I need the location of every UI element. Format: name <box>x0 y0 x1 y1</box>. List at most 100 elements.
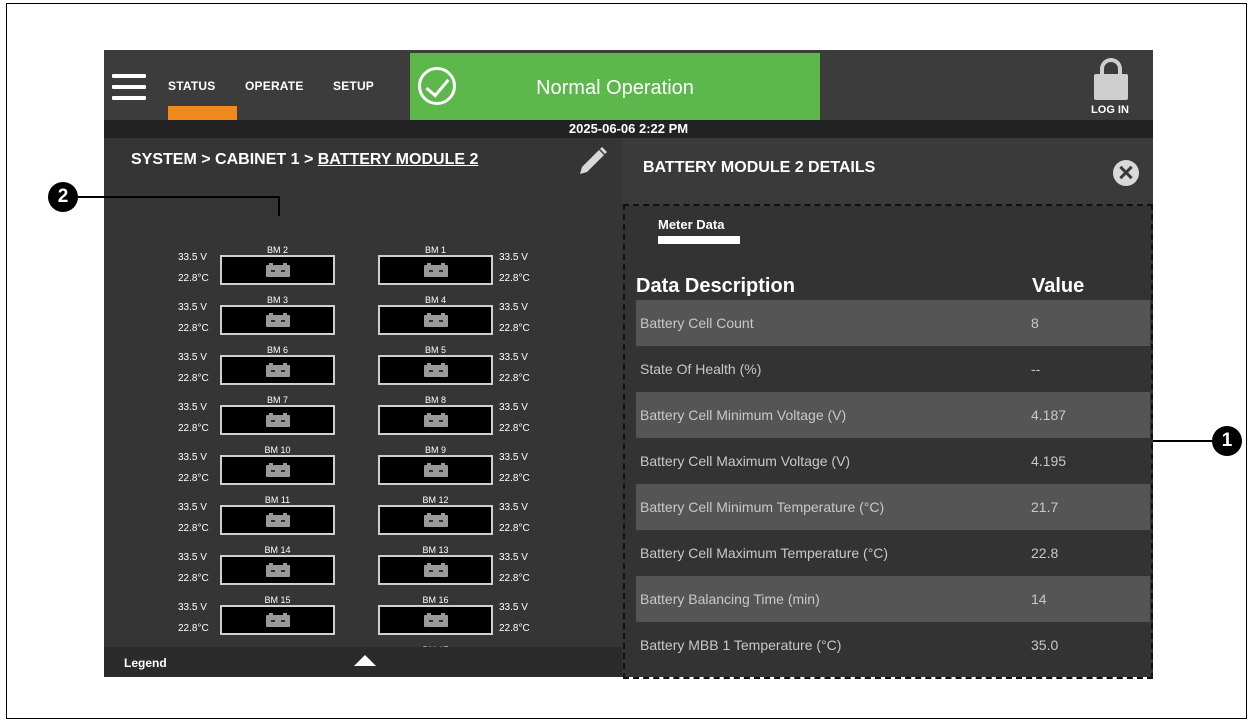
battery-module-bm11[interactable]: BM 11 <box>220 495 335 535</box>
module-temperature: 22.8°C <box>499 273 530 284</box>
callout-2-leader <box>78 196 280 198</box>
module-temperature: 22.8°C <box>178 473 209 484</box>
breadcrumb-current[interactable]: BATTERY MODULE 2 <box>318 151 479 168</box>
module-name: BM 2 <box>266 245 288 255</box>
module-voltage: 33.5 V <box>499 602 528 613</box>
battery-icon <box>424 263 448 277</box>
login-button[interactable]: LOG IN <box>1082 58 1138 118</box>
module-name: BM 10 <box>264 445 291 455</box>
module-name: BM 3 <box>266 295 288 305</box>
chevron-up-icon[interactable] <box>354 655 376 666</box>
breadcrumb-cabinet[interactable]: CABINET 1 <box>215 151 299 168</box>
module-voltage: 33.5 V <box>178 452 207 463</box>
module-temperature: 22.8°C <box>499 623 530 634</box>
battery-icon <box>266 363 290 377</box>
battery-icon <box>266 613 290 627</box>
module-name: BM 11 <box>264 495 291 505</box>
module-voltage: 33.5 V <box>499 252 528 263</box>
module-temperature: 22.8°C <box>499 473 530 484</box>
callout-1-badge: 1 <box>1212 426 1242 456</box>
module-voltage: 33.5 V <box>499 302 528 313</box>
battery-module-bm2[interactable]: BM 2 <box>220 245 335 285</box>
module-voltage: 33.5 V <box>178 252 207 263</box>
battery-icon <box>424 513 448 527</box>
close-icon[interactable] <box>1113 160 1139 186</box>
battery-module-bm10[interactable]: BM 10 <box>220 445 335 485</box>
battery-icon <box>424 613 448 627</box>
module-name: BM 14 <box>264 545 291 555</box>
battery-icon <box>266 513 290 527</box>
module-name: BM 6 <box>266 345 288 355</box>
battery-module-bm7[interactable]: BM 7 <box>220 395 335 435</box>
module-name: BM 15 <box>264 595 291 605</box>
battery-icon <box>266 313 290 327</box>
module-temperature: 22.8°C <box>499 373 530 384</box>
legend-label[interactable]: Legend <box>124 656 167 670</box>
edit-icon[interactable] <box>574 144 610 180</box>
module-voltage: 33.5 V <box>178 352 207 363</box>
status-text: Normal Operation <box>536 77 694 99</box>
menu-icon[interactable] <box>112 74 146 100</box>
module-temperature: 22.8°C <box>499 573 530 584</box>
battery-module-bm15[interactable]: BM 15 <box>220 595 335 635</box>
module-name: BM 13 <box>422 545 449 555</box>
tab-setup[interactable]: SETUP <box>333 79 374 93</box>
status-banner[interactable]: Normal Operation <box>410 53 820 120</box>
battery-icon <box>424 563 448 577</box>
battery-module-bm3[interactable]: BM 3 <box>220 295 335 335</box>
module-voltage: 33.5 V <box>499 452 528 463</box>
breadcrumb-separator: > <box>303 151 314 168</box>
active-tab-indicator <box>168 106 237 120</box>
lock-body <box>1094 74 1128 100</box>
battery-icon <box>266 413 290 427</box>
callout-1-leader <box>1153 440 1213 442</box>
battery-module-bm13[interactable]: BM 13 <box>378 545 493 585</box>
module-voltage: 33.5 V <box>178 502 207 513</box>
top-bar: STATUS OPERATE SETUP Normal Operation LO… <box>104 50 1153 120</box>
battery-module-bm1[interactable]: BM 1 <box>378 245 493 285</box>
module-name: BM 16 <box>422 595 449 605</box>
module-voltage: 33.5 V <box>178 302 207 313</box>
module-name: BM 8 <box>424 395 446 405</box>
battery-module-bm9[interactable]: BM 9 <box>378 445 493 485</box>
module-voltage: 33.5 V <box>499 402 528 413</box>
module-temperature: 22.8°C <box>178 623 209 634</box>
battery-module-bm4[interactable]: BM 4 <box>378 295 493 335</box>
breadcrumb-system[interactable]: SYSTEM <box>131 151 197 168</box>
login-label: LOG IN <box>1091 104 1129 116</box>
module-temperature: 22.8°C <box>499 423 530 434</box>
details-title: BATTERY MODULE 2 DETAILS <box>643 159 876 176</box>
module-temperature: 22.8°C <box>499 523 530 534</box>
cabinet-panel: SYSTEM > CABINET 1 > BATTERY MODULE 2 BM… <box>104 138 622 677</box>
battery-icon <box>424 463 448 477</box>
battery-module-bm16[interactable]: BM 16 <box>378 595 493 635</box>
battery-module-bm12[interactable]: BM 12 <box>378 495 493 535</box>
tab-status[interactable]: STATUS <box>168 79 215 93</box>
callout-2-leader-drop <box>278 196 280 216</box>
battery-module-bm6[interactable]: BM 6 <box>220 345 335 385</box>
battery-module-bm14[interactable]: BM 14 <box>220 545 335 585</box>
module-temperature: 22.8°C <box>178 573 209 584</box>
battery-icon <box>424 313 448 327</box>
module-name: BM 5 <box>424 345 446 355</box>
tab-operate[interactable]: OPERATE <box>245 79 304 93</box>
module-name: BM 7 <box>266 395 288 405</box>
battery-icon <box>424 413 448 427</box>
legend-bar[interactable]: Legend <box>104 647 622 677</box>
module-temperature: 22.8°C <box>499 323 530 334</box>
module-temperature: 22.8°C <box>178 523 209 534</box>
module-name: BM 9 <box>424 445 446 455</box>
module-voltage: 33.5 V <box>499 552 528 563</box>
module-name: BM 4 <box>424 295 446 305</box>
module-voltage: 33.5 V <box>178 402 207 413</box>
module-voltage: 33.5 V <box>178 602 207 613</box>
module-voltage: 33.5 V <box>499 502 528 513</box>
battery-module-bm8[interactable]: BM 8 <box>378 395 493 435</box>
module-name: BM 1 <box>424 245 446 255</box>
battery-icon <box>266 263 290 277</box>
module-voltage: 33.5 V <box>499 352 528 363</box>
battery-icon <box>266 463 290 477</box>
battery-icon <box>424 363 448 377</box>
breadcrumb-separator: > <box>201 151 211 168</box>
battery-module-bm5[interactable]: BM 5 <box>378 345 493 385</box>
